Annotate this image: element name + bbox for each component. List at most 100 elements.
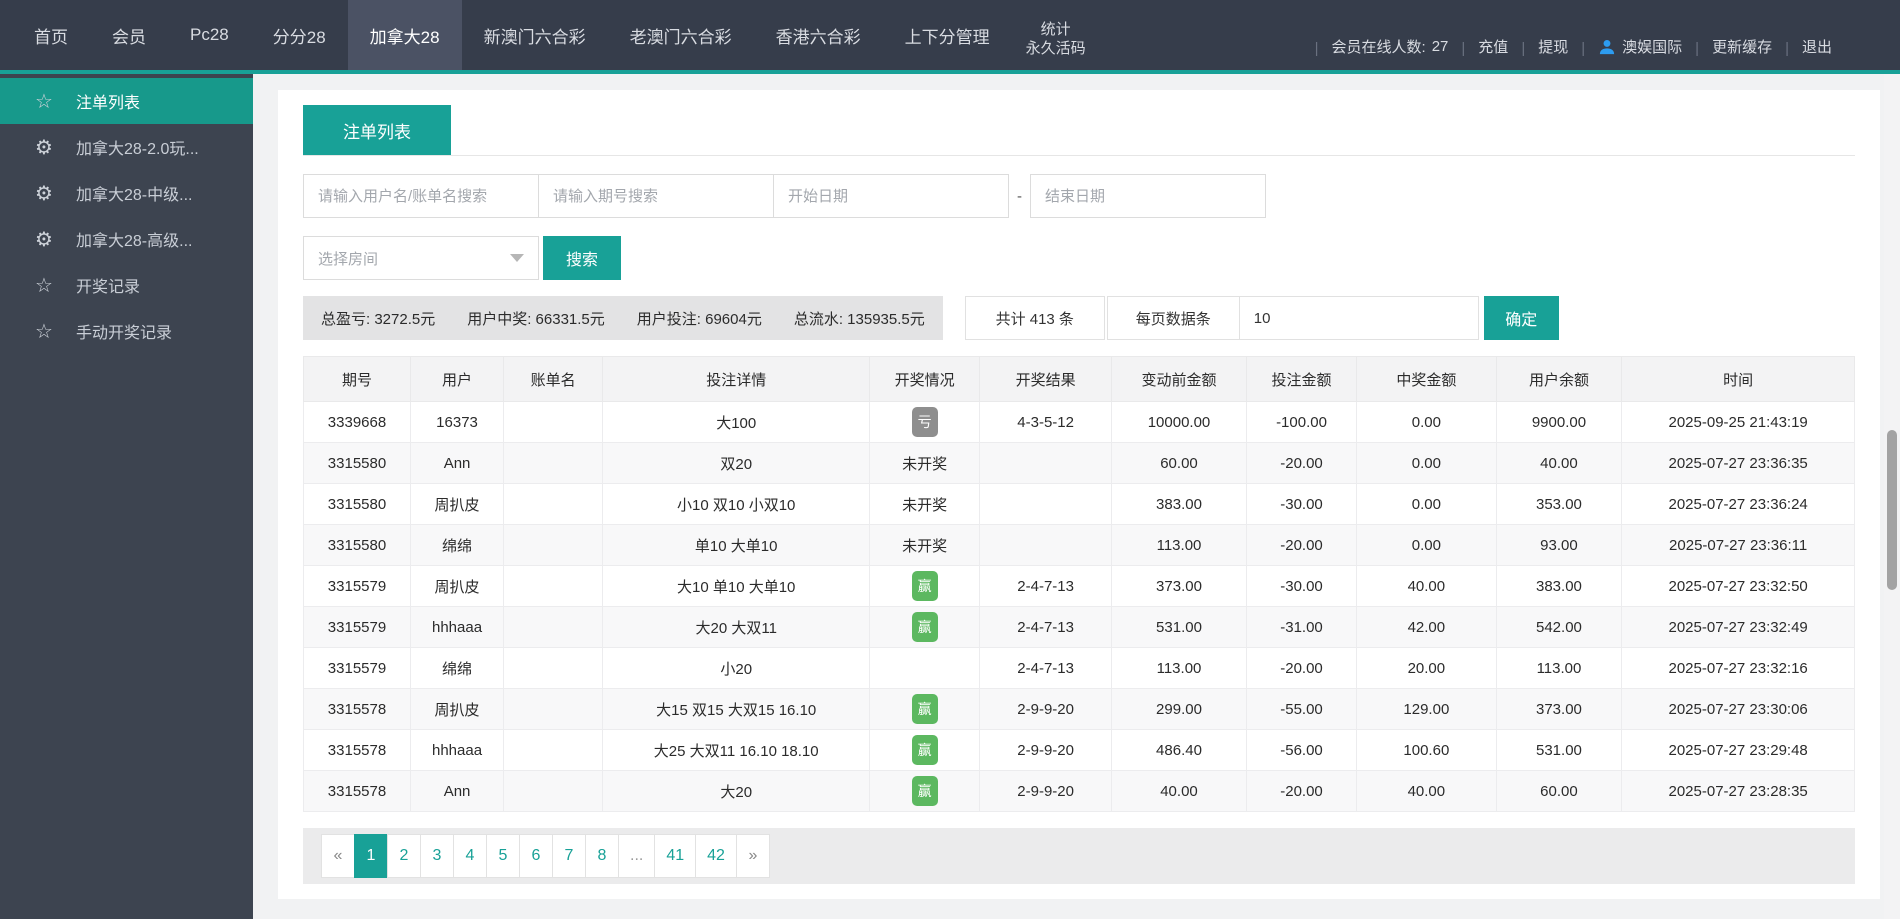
column-header: 账单名 <box>503 356 604 402</box>
prev-page-button[interactable]: « <box>321 834 355 878</box>
table-row: 3315578 Ann 大20 赢 2-9-9-20 40.00 -20.00 40.00 60… <box>302 770 1855 812</box>
account-menu[interactable]: 澳娱国际 <box>1598 36 1682 57</box>
gear-icon: ⚙︎ <box>35 136 53 159</box>
cell-bet: -30.00 <box>1245 483 1358 525</box>
cell-time: 2025-07-27 23:36:11 <box>1621 524 1855 566</box>
nav-item-8[interactable]: 上下分管理 <box>883 0 1012 70</box>
cell-result: 4-3-5-12 <box>979 401 1113 443</box>
issue-search-input[interactable] <box>538 174 774 218</box>
recharge-link[interactable]: 充值 <box>1478 36 1508 57</box>
tab-bar: 注单列表 <box>303 105 1855 156</box>
cell-user: 周扒皮 <box>410 565 505 607</box>
sidebar-item-label: 加拿大28-2.0玩... <box>76 141 199 158</box>
cell-win: 0.00 <box>1356 401 1497 443</box>
cell-detail: 小20 <box>602 647 871 689</box>
cell-before: 40.00 <box>1111 770 1247 812</box>
cell-bet: -55.00 <box>1245 688 1358 730</box>
cell-bet: -30.00 <box>1245 565 1358 607</box>
sidebar-item-2[interactable]: ⚙︎ 加拿大28-中级... <box>0 170 253 216</box>
table-row: 3315579 hhhaaa 大20 大双11 赢 2-4-7-13 531.00 -31.… <box>302 606 1855 648</box>
vertical-scrollbar[interactable] <box>1884 74 1900 919</box>
cell-user: hhhaaa <box>410 729 505 771</box>
sidebar-item-5[interactable]: ☆ 手动开奖记录 <box>0 308 253 354</box>
page-button-5[interactable]: 5 <box>486 834 520 878</box>
confirm-button[interactable]: 确定 <box>1483 296 1559 340</box>
gear-icon: ⚙︎ <box>35 182 53 205</box>
column-header: 时间 <box>1621 356 1855 402</box>
cell-win: 42.00 <box>1356 606 1497 648</box>
page-button-42[interactable]: 42 <box>695 834 737 878</box>
cell-win: 0.00 <box>1356 524 1497 566</box>
page-button-1[interactable]: 1 <box>354 834 388 878</box>
page-button-4[interactable]: 4 <box>453 834 487 878</box>
column-header: 用户 <box>410 356 505 402</box>
nav-item-6[interactable]: 老澳门六合彩 <box>608 0 754 70</box>
cell-balance: 40.00 <box>1495 442 1623 484</box>
cell-bill <box>503 688 604 730</box>
column-header: 变动前金额 <box>1111 356 1247 402</box>
page-button-6[interactable]: 6 <box>519 834 553 878</box>
nav-stacked-item-1[interactable]: 永久活码 <box>1026 40 1086 59</box>
cell-detail: 大10 单10 大单10 <box>602 565 871 607</box>
page-button-2[interactable]: 2 <box>387 834 421 878</box>
table-row: 3315580 绵绵 单10 大单10 未开奖 113.00 -20.00 0.00 93.0… <box>302 524 1855 566</box>
nav-item-0[interactable]: 首页 <box>12 0 90 70</box>
cell-bill <box>503 483 604 525</box>
withdraw-link[interactable]: 提现 <box>1538 36 1568 57</box>
per-page-input[interactable] <box>1239 296 1479 340</box>
cell-bet: -100.00 <box>1245 401 1358 443</box>
nav-item-4[interactable]: 加拿大28 <box>347 0 462 70</box>
column-header: 中奖金额 <box>1356 356 1497 402</box>
cell-bill <box>503 647 604 689</box>
nav-stacked-item-0[interactable]: 统计 <box>1026 21 1086 40</box>
cell-status: 赢 <box>869 606 981 648</box>
page-button-8[interactable]: 8 <box>585 834 619 878</box>
stat-item-1: 用户中奖: 66331.5元 <box>467 310 605 328</box>
sidebar-item-0[interactable]: ☆ 注单列表 <box>0 78 253 124</box>
cell-user: 绵绵 <box>410 647 505 689</box>
date-range-separator: - <box>1017 187 1022 205</box>
cell-time: 2025-07-27 23:32:16 <box>1621 647 1855 689</box>
column-header: 期号 <box>302 356 412 402</box>
cell-balance: 531.00 <box>1495 729 1623 771</box>
username-search-input[interactable] <box>303 174 539 218</box>
nav-item-7[interactable]: 香港六合彩 <box>754 0 883 70</box>
page-button-3[interactable]: 3 <box>420 834 454 878</box>
page-button-7[interactable]: 7 <box>552 834 586 878</box>
lose-badge: 亏 <box>911 407 938 437</box>
logout-link[interactable]: 退出 <box>1802 36 1832 57</box>
cell-issue: 3315578 <box>302 688 412 730</box>
cell-before: 10000.00 <box>1111 401 1247 443</box>
tab-order-list[interactable]: 注单列表 <box>303 105 451 155</box>
room-select[interactable]: 选择房间 <box>303 236 539 280</box>
nav-item-1[interactable]: 会员 <box>90 0 168 70</box>
scrollbar-thumb[interactable] <box>1887 430 1897 590</box>
divider: | <box>1314 40 1319 57</box>
sidebar-item-1[interactable]: ⚙︎ 加拿大28-2.0玩... <box>0 124 253 170</box>
cell-bet: -31.00 <box>1245 606 1358 648</box>
cell-before: 373.00 <box>1111 565 1247 607</box>
nav-item-2[interactable]: Pc28 <box>168 0 251 70</box>
start-date-input[interactable] <box>773 174 1009 218</box>
cell-bet: -20.00 <box>1245 770 1358 812</box>
cell-time: 2025-07-27 23:29:48 <box>1621 729 1855 771</box>
stat-item-0: 总盈亏: 3272.5元 <box>321 310 436 328</box>
cell-balance: 542.00 <box>1495 606 1623 648</box>
gear-icon: ⚙︎ <box>35 228 53 251</box>
end-date-input[interactable] <box>1030 174 1266 218</box>
cell-status: 赢 <box>869 688 981 730</box>
sidebar-item-3[interactable]: ⚙︎ 加拿大28-高级... <box>0 216 253 262</box>
nav-item-5[interactable]: 新澳门六合彩 <box>462 0 608 70</box>
page-button-41[interactable]: 41 <box>654 834 697 878</box>
cell-win: 40.00 <box>1356 565 1497 607</box>
search-button[interactable]: 搜索 <box>543 236 621 280</box>
sidebar-item-label: 开奖记录 <box>76 279 141 296</box>
refresh-cache-link[interactable]: 更新缓存 <box>1712 36 1772 57</box>
cell-status: 未开奖 <box>869 442 981 484</box>
nav-item-3[interactable]: 分分28 <box>251 0 348 70</box>
cell-result: 2-9-9-20 <box>979 770 1113 812</box>
sidebar-item-4[interactable]: ☆ 开奖记录 <box>0 262 253 308</box>
cell-status: 赢 <box>869 565 981 607</box>
next-page-button[interactable]: » <box>735 834 770 878</box>
cell-before: 383.00 <box>1111 483 1247 525</box>
